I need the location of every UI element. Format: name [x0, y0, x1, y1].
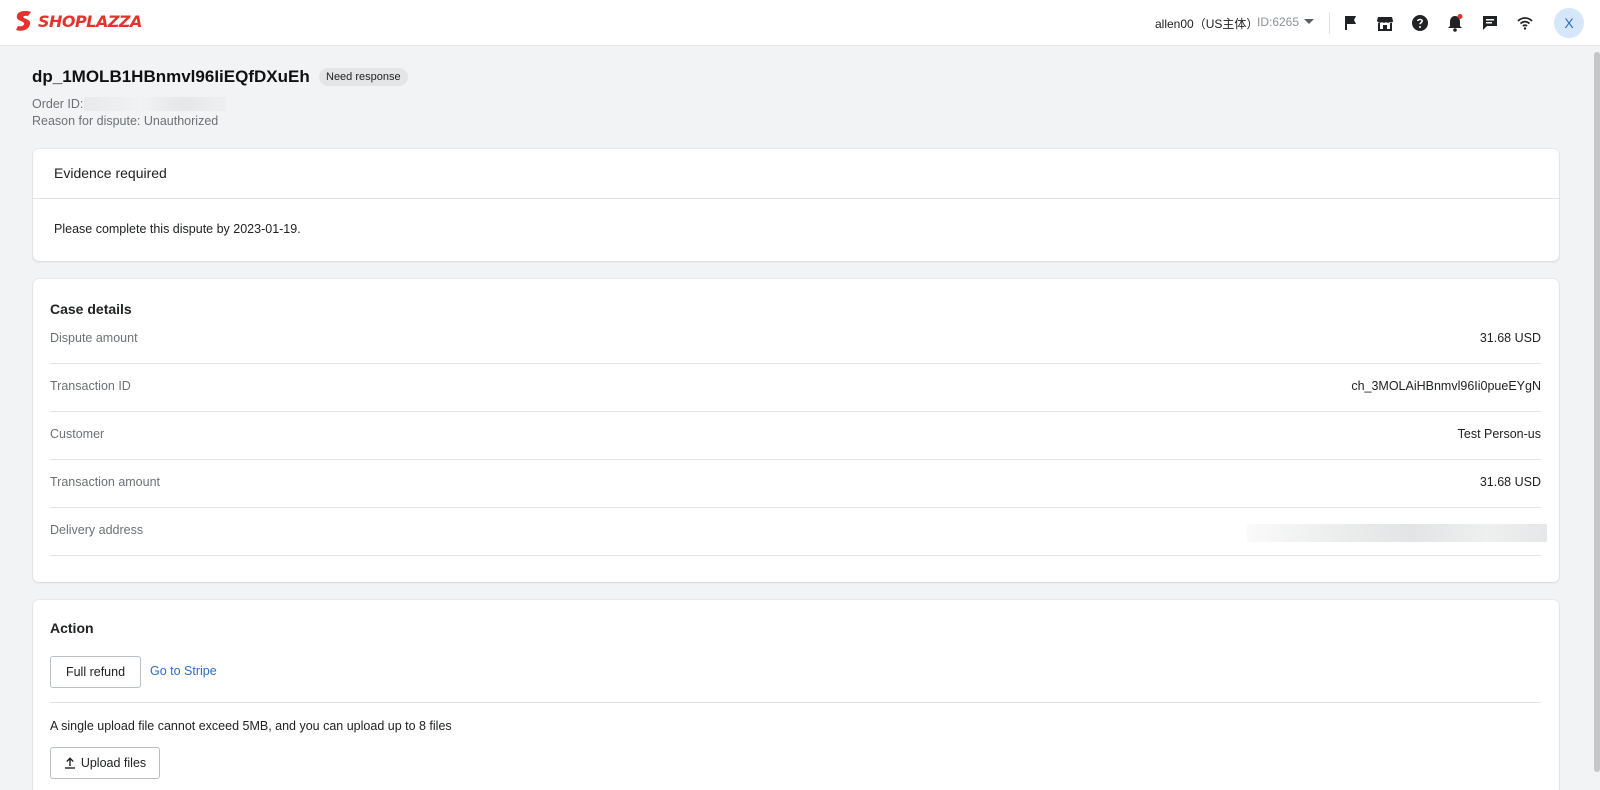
detail-value: 31.68 USD	[1479, 331, 1541, 345]
shoplazza-logo[interactable]: SHOPLAZZA	[14, 10, 142, 32]
store-icon[interactable]	[1375, 13, 1395, 33]
evidence-message: Please complete this dispute by 2023-01-…	[54, 222, 301, 236]
header-divider	[1329, 12, 1330, 34]
divider	[50, 702, 1541, 703]
scrollbar-thumb[interactable]	[1594, 52, 1600, 772]
logo-text: SHOPLAZZA	[38, 11, 142, 31]
shoplazza-logo-icon	[16, 11, 31, 31]
detail-row-dispute-amount: Dispute amount 31.68 USD	[50, 316, 1541, 364]
evidence-title: Evidence required	[54, 165, 167, 181]
chevron-down-icon[interactable]	[1304, 19, 1314, 24]
detail-label: Customer	[50, 427, 105, 441]
page-title: dp_1MOLB1HBnmvl96IiEQfDXuEh	[32, 67, 310, 86]
action-card: Action Full refund Go to Stripe A single…	[33, 600, 1559, 790]
detail-label: Transaction amount	[50, 475, 161, 489]
upload-files-label: Upload files	[80, 756, 147, 770]
top-bar: SHOPLAZZA allen00（US主体） ID:6265 X	[0, 0, 1600, 46]
delivery-address-redacted	[1247, 524, 1547, 542]
go-to-stripe-link[interactable]: Go to Stripe	[150, 664, 217, 678]
full-refund-button[interactable]: Full refund	[50, 656, 141, 688]
upload-note: A single upload file cannot exceed 5MB, …	[50, 719, 452, 733]
avatar[interactable]: X	[1554, 8, 1584, 38]
dispute-reason: Reason for dispute: Unauthorized	[32, 114, 219, 128]
detail-value: Test Person-us	[1457, 427, 1541, 441]
divider	[33, 198, 1559, 199]
chat-icon[interactable]	[1480, 13, 1500, 33]
account-name[interactable]: allen00（US主体）	[1155, 15, 1258, 32]
order-id-redacted	[84, 97, 226, 111]
detail-label: Delivery address	[50, 523, 144, 537]
case-details-card: Case details Dispute amount 31.68 USD Tr…	[33, 279, 1559, 582]
detail-label: Transaction ID	[50, 379, 131, 393]
flag-icon[interactable]	[1341, 13, 1361, 33]
case-details-title: Case details	[50, 301, 132, 317]
upload-icon	[64, 757, 75, 769]
upload-files-button[interactable]: Upload files	[50, 747, 160, 779]
detail-row-transaction-amount: Transaction amount 31.68 USD	[50, 460, 1541, 508]
evidence-card: Evidence required Please complete this d…	[33, 149, 1559, 261]
action-title: Action	[50, 620, 94, 636]
detail-row-customer: Customer Test Person-us	[50, 412, 1541, 460]
store-id[interactable]: ID:6265	[1257, 15, 1299, 29]
detail-value: 31.68 USD	[1479, 475, 1541, 489]
detail-row-delivery-address: Delivery address	[50, 508, 1547, 556]
wifi-icon[interactable]	[1515, 13, 1535, 33]
order-id-label: Order ID:	[32, 97, 84, 111]
help-icon[interactable]	[1410, 13, 1430, 33]
detail-label: Dispute amount	[50, 331, 138, 345]
status-badge: Need response	[319, 68, 408, 86]
detail-row-transaction-id: Transaction ID ch_3MOLAiHBnmvl96Ii0pueEY…	[50, 364, 1541, 412]
detail-value: ch_3MOLAiHBnmvl96Ii0pueEYgN	[1351, 379, 1541, 393]
bell-icon[interactable]	[1445, 13, 1465, 33]
